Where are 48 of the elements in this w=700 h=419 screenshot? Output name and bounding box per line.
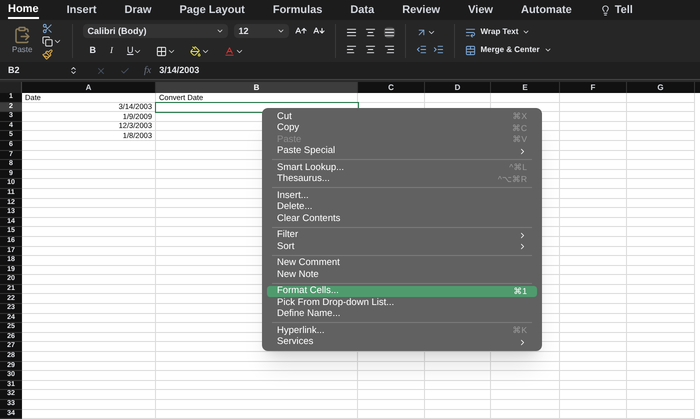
shortcut-label: ⌘C xyxy=(512,122,527,135)
paste-button[interactable]: Paste xyxy=(12,26,32,56)
merge-center-button[interactable]: Merge & Center xyxy=(465,44,552,56)
menu-item[interactable]: Insert... xyxy=(267,190,537,202)
ribbon-tab[interactable]: Insert xyxy=(66,1,97,19)
menu-item[interactable]: Hyperlink... ⌘K xyxy=(267,325,537,336)
ribbon-tab[interactable]: Page Layout xyxy=(179,1,245,19)
menu-item[interactable]: Services xyxy=(267,336,537,348)
wrap-text-button[interactable]: Wrap Text xyxy=(465,26,552,38)
column-header[interactable]: E xyxy=(491,82,560,93)
menu-item[interactable]: New Comment xyxy=(267,258,537,269)
ribbon-tab[interactable]: View xyxy=(468,1,493,19)
column-header[interactable]: D xyxy=(425,82,491,93)
column-header[interactable]: G xyxy=(627,82,695,93)
menu-item[interactable]: New Note xyxy=(267,269,537,280)
menu-item[interactable]: Filter xyxy=(267,230,537,241)
ribbon-tab[interactable]: Tell xyxy=(600,1,633,19)
shortcut-label: ^⌥⌘R xyxy=(498,172,527,186)
menu-item[interactable]: Thesaurus... ^⌥⌘R xyxy=(267,174,537,185)
shortcut-label: ⌘K xyxy=(512,324,527,338)
shortcut-label: ⌘X xyxy=(512,110,527,124)
underline-button[interactable]: U xyxy=(126,44,134,58)
menu-item[interactable]: Delete... xyxy=(267,202,537,213)
menu-item[interactable]: Smart Lookup... ^⌘L xyxy=(267,162,537,174)
menu-item[interactable]: Define Name... xyxy=(267,308,537,320)
ribbon-tab[interactable]: Automate xyxy=(521,1,572,19)
shortcut-label: ⌘1 xyxy=(513,284,527,298)
font-name-dropdown[interactable]: Calibri (Body) xyxy=(83,24,228,38)
menu-item[interactable]: Paste Special xyxy=(267,146,537,157)
column-header[interactable]: C xyxy=(358,82,425,93)
ribbon-tab[interactable]: Data xyxy=(350,1,374,19)
bold-button[interactable]: B xyxy=(89,44,96,58)
name-box[interactable]: B2 xyxy=(0,64,86,78)
menu-item[interactable]: Cut ⌘X xyxy=(267,111,537,122)
column-header[interactable]: B xyxy=(156,82,358,93)
shortcut-label: ^⌘L xyxy=(509,161,527,174)
italic-button[interactable]: I xyxy=(110,44,113,58)
menu-item[interactable]: Pick From Drop-down List... xyxy=(267,297,537,308)
menu-item[interactable]: Sort xyxy=(267,241,537,252)
menu-item[interactable]: Copy ⌘C xyxy=(267,122,537,134)
ribbon-tab[interactable]: Formulas xyxy=(272,1,322,19)
column-header[interactable]: F xyxy=(560,82,627,93)
menu-item[interactable]: Clear Contents xyxy=(267,213,537,224)
formula-field[interactable]: 3/14/2003 xyxy=(159,64,700,78)
ribbon-tab[interactable]: Review xyxy=(402,1,440,19)
shortcut-label: ⌘V xyxy=(512,133,527,146)
font-size-dropdown[interactable]: 12 xyxy=(234,24,290,38)
ribbon-tab[interactable]: Draw xyxy=(124,1,152,19)
